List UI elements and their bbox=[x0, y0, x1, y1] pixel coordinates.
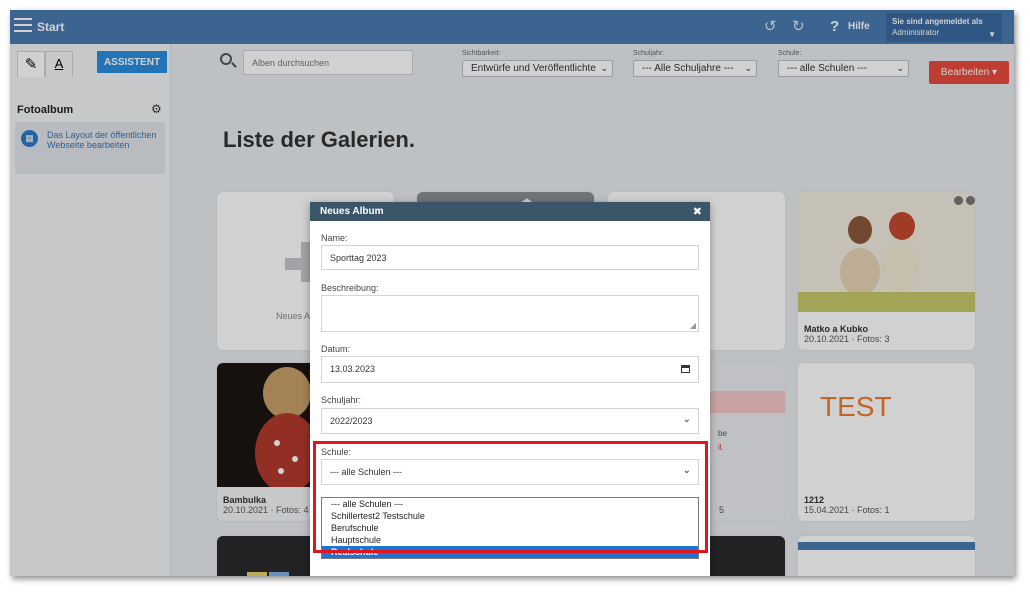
name-label: Name: bbox=[321, 233, 348, 243]
name-field-value: Sporttag 2023 bbox=[330, 253, 387, 263]
calendar-icon[interactable] bbox=[681, 365, 690, 373]
app-window: Start ↺ ↻ ? Hilfe Sie sind angemeldet al… bbox=[10, 10, 1014, 576]
date-field[interactable]: 13.03.2023 bbox=[321, 356, 699, 383]
highlight-box bbox=[313, 441, 708, 553]
resize-handle-icon[interactable]: ◢ bbox=[690, 321, 696, 330]
date-field-value: 13.03.2023 bbox=[330, 364, 376, 374]
date-label: Datum: bbox=[321, 344, 351, 354]
name-field[interactable]: Sporttag 2023 bbox=[321, 245, 699, 270]
school-year-select[interactable]: 2022/2023 ⌄ bbox=[321, 408, 699, 434]
close-icon[interactable]: ✖ bbox=[693, 205, 702, 218]
school-year-label: Schuljahr: bbox=[321, 395, 362, 405]
description-field[interactable]: ◢ bbox=[321, 295, 699, 332]
school-year-value: 2022/2023 bbox=[330, 416, 373, 426]
dialog-title: Neues Album bbox=[310, 202, 710, 221]
chevron-down-icon: ⌄ bbox=[682, 414, 691, 425]
description-label: Beschreibung: bbox=[321, 283, 379, 293]
